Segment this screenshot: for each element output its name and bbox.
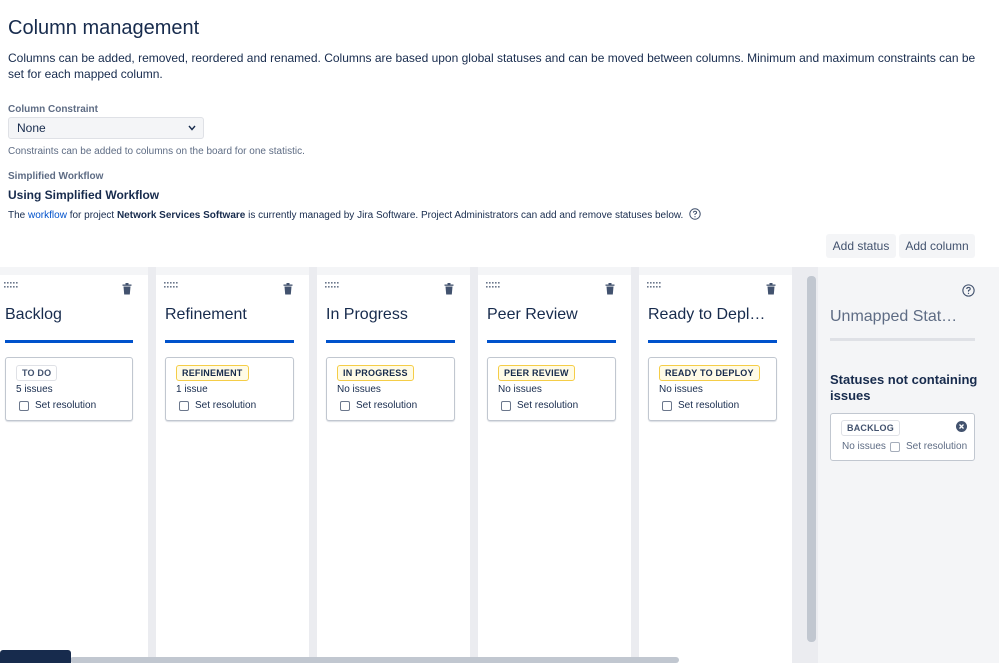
issue-count: No issues bbox=[842, 441, 886, 452]
resolution-checkbox[interactable] bbox=[340, 400, 350, 411]
drag-handle-icon[interactable] bbox=[325, 281, 341, 291]
page-title: Column management bbox=[8, 17, 200, 39]
resolution-label: Set resolution bbox=[517, 400, 579, 411]
column-title[interactable]: Ready to Depl… bbox=[648, 306, 778, 324]
issue-count: No issues bbox=[659, 384, 703, 395]
set-resolution[interactable]: Set resolution bbox=[890, 441, 967, 452]
workflow-desc-suffix: is currently managed by Jira Software. P… bbox=[245, 210, 684, 221]
column-divider bbox=[309, 267, 317, 663]
status-card[interactable]: BACKLOG No issues Set resolution bbox=[830, 413, 975, 461]
column-title[interactable]: Peer Review bbox=[487, 306, 617, 324]
status-lozenge: PEER REVIEW bbox=[498, 365, 575, 381]
board-column[interactable]: Refinement REFINEMENT 1 issue Set resolu… bbox=[156, 275, 309, 663]
resolution-label: Set resolution bbox=[356, 400, 418, 411]
board-column[interactable]: Backlog TO DO 5 issues Set resolution bbox=[0, 275, 148, 663]
trash-icon[interactable] bbox=[605, 283, 615, 295]
status-lozenge: BACKLOG bbox=[841, 420, 900, 436]
resolution-checkbox[interactable] bbox=[19, 400, 29, 411]
horizontal-scrollbar[interactable] bbox=[70, 657, 679, 663]
workflow-link[interactable]: workflow bbox=[28, 210, 67, 221]
set-resolution[interactable]: Set resolution bbox=[179, 400, 256, 411]
resolution-label: Set resolution bbox=[678, 400, 740, 411]
workflow-desc-prefix: The bbox=[8, 210, 29, 221]
resolution-checkbox[interactable] bbox=[501, 400, 511, 411]
constraint-hint: Constraints can be added to columns on t… bbox=[8, 146, 305, 157]
resolution-checkbox[interactable] bbox=[662, 400, 672, 411]
chevron-down-icon bbox=[188, 125, 196, 131]
column-title[interactable]: Refinement bbox=[165, 306, 295, 324]
workflow-label: Simplified Workflow bbox=[8, 171, 104, 182]
close-icon[interactable] bbox=[956, 421, 967, 432]
unmapped-title: Unmapped Stat… bbox=[830, 308, 958, 325]
constraint-label: Column Constraint bbox=[8, 104, 98, 115]
status-card[interactable]: REFINEMENT 1 issue Set resolution bbox=[165, 357, 294, 421]
board-column[interactable]: Ready to Depl… READY TO DEPLOY No issues… bbox=[639, 275, 792, 663]
workflow-description: The workflow for project Network Service… bbox=[8, 208, 701, 221]
column-bar bbox=[5, 340, 133, 343]
resolution-checkbox[interactable] bbox=[179, 400, 189, 411]
unmapped-bar bbox=[830, 338, 975, 341]
drag-handle-icon[interactable] bbox=[647, 281, 663, 291]
board-column[interactable]: In Progress IN PROGRESS No issues Set re… bbox=[317, 275, 470, 663]
issue-count: No issues bbox=[337, 384, 381, 395]
issue-count: 5 issues bbox=[16, 384, 53, 395]
drag-handle-icon[interactable] bbox=[486, 281, 502, 291]
project-name: Network Services Software bbox=[116, 210, 246, 221]
resolution-checkbox[interactable] bbox=[890, 441, 900, 452]
issue-count: No issues bbox=[498, 384, 542, 395]
unmapped-subtitle: Statuses not containing issues bbox=[830, 372, 978, 403]
trash-icon[interactable] bbox=[444, 283, 454, 295]
column-bar bbox=[326, 340, 455, 343]
resolution-label: Set resolution bbox=[906, 441, 968, 452]
status-lozenge: IN PROGRESS bbox=[337, 365, 414, 381]
column-title[interactable]: Backlog bbox=[5, 306, 130, 324]
vertical-scrollbar[interactable] bbox=[807, 276, 816, 642]
set-resolution[interactable]: Set resolution bbox=[501, 400, 578, 411]
status-lozenge: TO DO bbox=[16, 365, 58, 381]
page-description: Columns can be added, removed, reordered… bbox=[8, 51, 976, 81]
resolution-label: Set resolution bbox=[35, 400, 97, 411]
set-resolution[interactable]: Set resolution bbox=[340, 400, 417, 411]
column-divider bbox=[631, 267, 639, 663]
column-bar bbox=[648, 340, 777, 343]
help-icon[interactable] bbox=[962, 284, 975, 297]
trash-icon[interactable] bbox=[122, 283, 132, 295]
add-status-button[interactable]: Add status bbox=[826, 234, 896, 258]
status-card[interactable]: IN PROGRESS No issues Set resolution bbox=[326, 357, 455, 421]
resolution-label: Set resolution bbox=[195, 400, 257, 411]
drag-handle-icon[interactable] bbox=[4, 281, 20, 291]
column-divider bbox=[148, 267, 156, 663]
status-lozenge: READY TO DEPLOY bbox=[659, 365, 760, 381]
column-title[interactable]: In Progress bbox=[326, 306, 456, 324]
column-bar bbox=[487, 340, 616, 343]
status-lozenge: REFINEMENT bbox=[176, 365, 249, 381]
help-icon[interactable] bbox=[689, 208, 701, 220]
drag-handle-icon[interactable] bbox=[164, 281, 180, 291]
status-card[interactable]: TO DO 5 issues Set resolution bbox=[5, 357, 133, 421]
board-column[interactable]: Peer Review PEER REVIEW No issues Set re… bbox=[478, 275, 631, 663]
column-bar bbox=[165, 340, 294, 343]
column-divider bbox=[470, 267, 478, 663]
issue-count: 1 issue bbox=[176, 384, 208, 395]
set-resolution[interactable]: Set resolution bbox=[662, 400, 739, 411]
status-card[interactable]: READY TO DEPLOY No issues Set resolution bbox=[648, 357, 777, 421]
workflow-desc-middle: for project bbox=[66, 210, 117, 221]
add-column-button[interactable]: Add column bbox=[899, 234, 975, 258]
constraint-selected-value: None bbox=[17, 121, 46, 135]
toast-tab[interactable] bbox=[0, 650, 71, 663]
unmapped-statuses-panel: Unmapped Stat… Statuses not containing i… bbox=[818, 267, 999, 663]
status-card[interactable]: PEER REVIEW No issues Set resolution bbox=[487, 357, 616, 421]
set-resolution[interactable]: Set resolution bbox=[19, 400, 96, 411]
trash-icon[interactable] bbox=[766, 283, 776, 295]
constraint-select[interactable]: None bbox=[8, 117, 204, 139]
trash-icon[interactable] bbox=[283, 283, 293, 295]
workflow-title: Using Simplified Workflow bbox=[8, 188, 160, 202]
